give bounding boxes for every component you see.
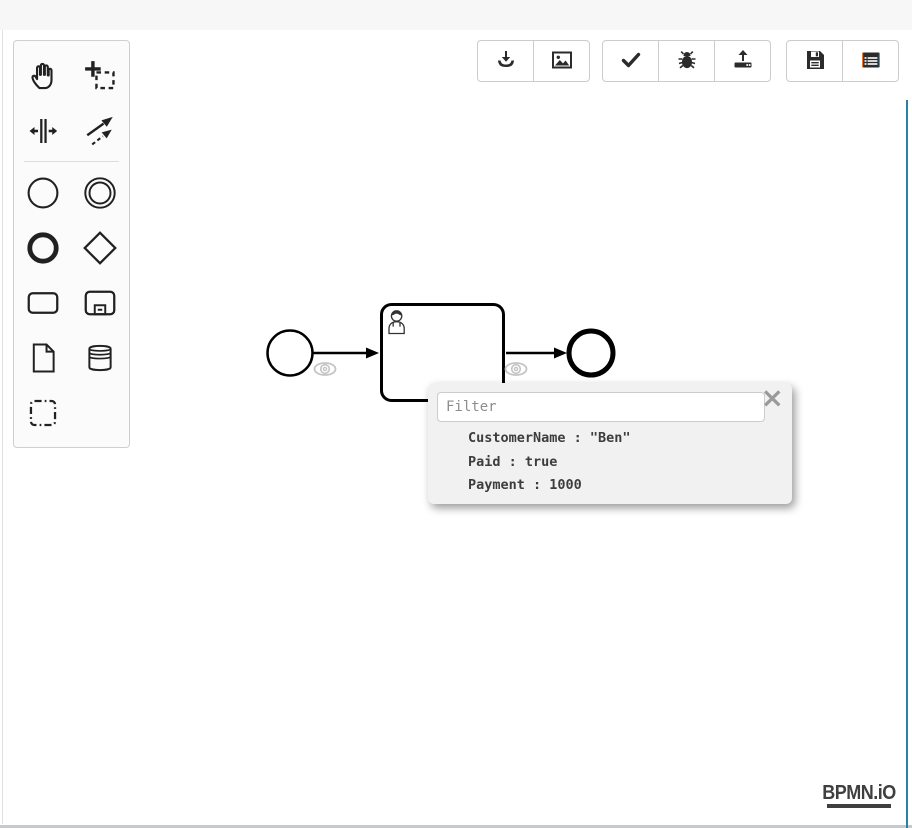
variable-line: CustomerName : "Ben" — [468, 427, 631, 451]
arrowhead-icon — [366, 348, 379, 359]
start-event-shape[interactable] — [268, 331, 313, 376]
variable-watch-eye-icon[interactable] — [315, 363, 336, 375]
sequence-flow-2[interactable] — [506, 348, 567, 359]
variable-list: CustomerName : "Ben"Paid : truePayment :… — [468, 427, 631, 498]
variables-popup: × CustomerName : "Ben"Paid : truePayment… — [428, 383, 792, 504]
sequence-flow-1[interactable] — [313, 348, 379, 359]
end-event-shape[interactable] — [569, 331, 613, 375]
variable-line: Payment : 1000 — [468, 474, 631, 498]
arrowhead-icon — [554, 348, 567, 359]
variable-watch-eye-icon[interactable] — [506, 363, 527, 375]
variable-line: Paid : true — [468, 451, 631, 475]
panel-resizer[interactable] — [906, 100, 908, 828]
filter-input[interactable] — [437, 392, 765, 422]
close-icon[interactable]: × — [761, 384, 784, 412]
